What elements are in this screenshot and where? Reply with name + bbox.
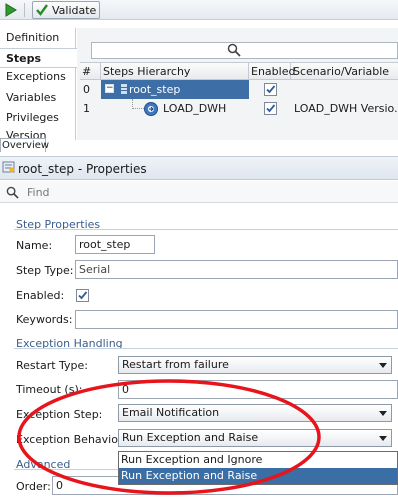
exception-behavior-label: Exception Behavior: [16, 433, 126, 446]
chevron-down-icon [379, 411, 387, 416]
properties-title: root_step - Properties [18, 162, 147, 176]
restart-type-value: Restart from failure [122, 358, 229, 371]
run-icon[interactable] [2, 2, 18, 18]
chevron-down-icon [379, 436, 387, 441]
step-type-label: Step Type: [16, 264, 74, 277]
validate-label: Validate [52, 3, 97, 17]
row-step-name-label: root_step [129, 83, 181, 96]
tab-overview[interactable]: Overview [0, 138, 49, 152]
row-scenario: LOAD_DWH Versio... [294, 102, 398, 115]
exception-step-value: Email Notification [122, 406, 220, 419]
properties-icon [2, 160, 16, 177]
exception-behavior-select[interactable]: Run Exception and Raise [118, 429, 392, 447]
col-enabled[interactable]: Enabled [249, 63, 295, 80]
col-num[interactable]: # [80, 63, 101, 80]
keywords-label: Keywords: [16, 313, 73, 326]
name-label: Name: [16, 239, 53, 252]
divider [14, 229, 398, 230]
toolbar-separator [24, 3, 25, 17]
tab-version[interactable]: Version [0, 126, 76, 138]
keywords-field[interactable] [75, 310, 398, 329]
chevron-down-icon [379, 363, 387, 368]
restart-type-label: Restart Type: [16, 359, 89, 372]
find-bar[interactable] [0, 181, 398, 203]
step-icon [143, 101, 159, 117]
step-type-field[interactable]: Serial [75, 260, 398, 279]
exception-step-label: Exception Step: [16, 408, 103, 421]
tab-privileges[interactable]: Privileges [0, 108, 76, 128]
restart-type-select[interactable]: Restart from failure [118, 356, 392, 374]
row-step-name[interactable]: LOAD_DWH [160, 99, 249, 118]
order-label: Order: [16, 480, 51, 493]
tab-exceptions[interactable]: Exceptions [0, 67, 76, 87]
tab-definition[interactable]: Definition [0, 28, 76, 48]
step-icon [120, 84, 128, 94]
option-run-exception-ignore[interactable]: Run Exception and Ignore [119, 452, 397, 468]
timeout-label: Timeout (s): [16, 383, 83, 396]
row-enabled-checkbox[interactable] [264, 83, 277, 96]
validate-button[interactable]: Validate [32, 1, 100, 19]
option-run-exception-raise[interactable]: Run Exception and Raise [119, 468, 397, 484]
exception-behavior-dropdown-list: Run Exception and Ignore Run Exception a… [118, 451, 398, 485]
validate-check-icon [36, 4, 48, 16]
enabled-label: Enabled: [16, 289, 65, 302]
col-scenario-variable[interactable]: Scenario/Variable [291, 63, 398, 80]
tree-expander-icon[interactable]: − [105, 84, 114, 93]
steps-search-input[interactable] [91, 42, 398, 59]
col-steps-hierarchy[interactable]: Steps Hierarchy [101, 63, 249, 80]
exception-step-select[interactable]: Email Notification [118, 404, 392, 422]
row-num: 0 [83, 83, 90, 96]
tab-steps[interactable]: Steps [0, 48, 77, 68]
row-scenario [291, 80, 398, 99]
row-num: 1 [83, 102, 90, 115]
table-row[interactable]: 1 LOAD_DWH LOAD_DWH Versio... [80, 99, 398, 118]
exception-behavior-value: Run Exception and Raise [122, 431, 259, 444]
tab-variables[interactable]: Variables [0, 88, 76, 108]
table-row[interactable]: 0 root_step − [80, 80, 398, 99]
find-input[interactable]: Find [27, 186, 50, 199]
timeout-field[interactable]: 0 [118, 380, 398, 399]
row-enabled-checkbox[interactable] [264, 102, 277, 115]
name-field[interactable]: root_step [75, 235, 155, 254]
steps-grid-header: # Steps Hierarchy Enabled Scenario/Varia… [80, 62, 398, 80]
divider [14, 348, 398, 349]
search-icon[interactable] [227, 43, 241, 60]
find-icon [6, 186, 19, 202]
enabled-checkbox[interactable] [76, 289, 89, 302]
